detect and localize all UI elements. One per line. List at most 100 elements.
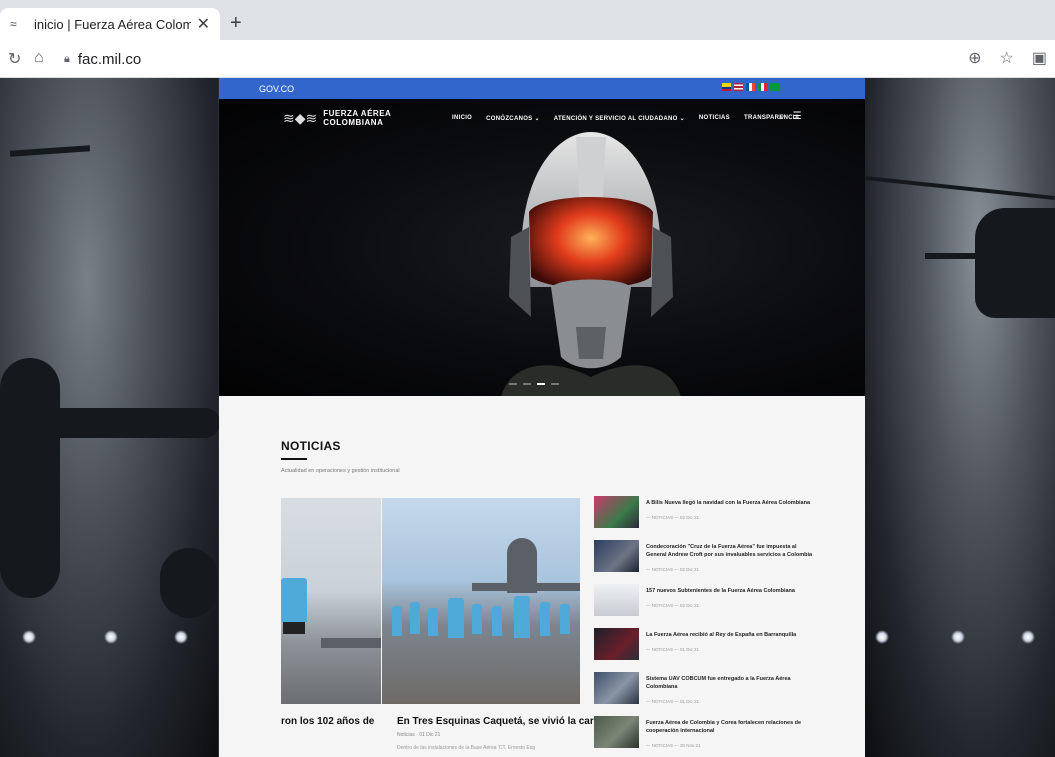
runner-figure bbox=[492, 606, 502, 636]
runner-figure bbox=[472, 604, 482, 634]
news-thumbnail[interactable] bbox=[594, 672, 639, 704]
hero-slider: ≋◆≋ FUERZA AÉREA COLOMBIANA INICIO CONÓZ… bbox=[219, 99, 865, 396]
news-list-item[interactable]: 157 nuevos Subtenientes de la Fuerza Aér… bbox=[594, 584, 824, 628]
zoom-icon[interactable]: ⊕ bbox=[968, 48, 981, 68]
news-subtitle: Actualidad en operaciones y gestión inst… bbox=[281, 468, 400, 474]
nav-conozcanos[interactable]: CONÓZCANOS ⌄ bbox=[486, 115, 540, 122]
news-item-meta: — NOTICIAS — 02 Dic 21 bbox=[646, 603, 700, 608]
runner-shorts bbox=[283, 622, 305, 634]
fac-favicon-icon: ≈ bbox=[10, 17, 17, 31]
pilot-helmet-image bbox=[501, 132, 681, 396]
news-item-title[interactable]: 157 nuevos Subtenientes de la Fuerza Aér… bbox=[646, 587, 816, 595]
flag-italian-icon[interactable] bbox=[758, 83, 767, 91]
slide-2-meta: Noticias · 01 Dic 21 bbox=[397, 732, 441, 738]
news-list-item[interactable]: Condecoración "Cruz de la Fuerza Aérea" … bbox=[594, 540, 824, 584]
nav-atencion[interactable]: ATENCIÓN Y SERVICIO AL CIUDADANO ⌄ bbox=[554, 115, 685, 122]
rotor-blade bbox=[865, 176, 1055, 200]
language-flags bbox=[722, 83, 779, 91]
runner-figure bbox=[392, 606, 402, 636]
news-thumbnail[interactable] bbox=[594, 584, 639, 616]
news-list-item[interactable]: A Bilis Nueva llegó la navidad con la Fu… bbox=[594, 496, 824, 540]
logo-line1: FUERZA AÉREA bbox=[323, 109, 392, 118]
home-icon[interactable]: ⌂ bbox=[34, 49, 44, 67]
hamburger-icon[interactable]: ☰ bbox=[793, 111, 802, 122]
close-tab-icon[interactable]: ✕ bbox=[197, 14, 210, 34]
slider-pagination bbox=[509, 383, 559, 385]
background-right-helicopter-image bbox=[865, 78, 1055, 757]
runner-figure bbox=[410, 602, 420, 634]
logo-line2: COLOMBIANA bbox=[323, 118, 384, 127]
small-plane-silhouette bbox=[9, 145, 91, 157]
flag-colombia-icon[interactable] bbox=[722, 83, 731, 91]
page-viewport: GOV.CO ≋◆≋ FUERZA AÉREA COLOMBIANA INICI… bbox=[0, 78, 1055, 757]
wings-icon: ≋◆≋ bbox=[283, 109, 318, 126]
slider-dot[interactable] bbox=[523, 383, 531, 385]
news-slide-image-1[interactable] bbox=[281, 498, 381, 704]
slide-1-caption[interactable]: ron los 102 años de bbox=[281, 716, 374, 727]
news-divider bbox=[281, 458, 307, 460]
runway-light bbox=[104, 630, 118, 644]
tab-title: inicio | Fuerza Aérea Colombia bbox=[34, 16, 191, 32]
browser-tab[interactable]: ≈ inicio | Fuerza Aérea Colombia ✕ bbox=[0, 8, 220, 40]
search-icon[interactable]: ⌕ bbox=[779, 111, 785, 122]
gov-co-logo[interactable]: GOV.CO bbox=[259, 84, 294, 94]
new-tab-button[interactable]: + bbox=[230, 12, 242, 35]
reload-icon[interactable]: ↻ bbox=[8, 49, 21, 69]
news-thumbnail[interactable] bbox=[594, 540, 639, 572]
fac-logo[interactable]: ≋◆≋ FUERZA AÉREA COLOMBIANA bbox=[283, 109, 391, 127]
helicopter-wing bbox=[925, 253, 985, 259]
runner-figure bbox=[448, 598, 464, 638]
browser-tab-bar: ≈ inicio | Fuerza Aérea Colombia ✕ + bbox=[0, 0, 1055, 40]
website-content: GOV.CO ≋◆≋ FUERZA AÉREA COLOMBIANA INICI… bbox=[219, 78, 865, 757]
news-thumbnail[interactable] bbox=[594, 716, 639, 748]
news-slide-image-2[interactable] bbox=[382, 498, 580, 704]
news-list-item[interactable]: Fuerza Aérea de Colombia y Corea fortale… bbox=[594, 716, 824, 757]
runner-figure bbox=[281, 578, 307, 622]
runway-light bbox=[875, 630, 889, 644]
news-list: A Bilis Nueva llegó la navidad con la Fu… bbox=[594, 496, 824, 757]
nav-noticias[interactable]: NOTICIAS bbox=[699, 115, 730, 122]
star-icon[interactable]: ☆ bbox=[1000, 48, 1014, 68]
url-field[interactable]: 🔒︎ fac.mil.co bbox=[64, 45, 1039, 73]
news-item-title[interactable]: Fuerza Aérea de Colombia y Corea fortale… bbox=[646, 719, 816, 735]
runway-light bbox=[174, 630, 188, 644]
address-bar: ↻ ⌂ 🔒︎ fac.mil.co ⊕ ☆ ▣ bbox=[0, 40, 1055, 78]
news-list-item[interactable]: Sistema UAV COBCUM fue entregado a la Fu… bbox=[594, 672, 824, 716]
slide-2-caption[interactable]: En Tres Esquinas Caquetá, se vivió la ca… bbox=[397, 716, 613, 727]
runway-light bbox=[22, 630, 36, 644]
background-left-jet-image bbox=[0, 78, 220, 757]
runner-figure bbox=[560, 604, 570, 634]
news-item-title[interactable]: Sistema UAV COBCUM fue entregado a la Fu… bbox=[646, 675, 816, 691]
runway-light bbox=[1021, 630, 1035, 644]
news-thumbnail[interactable] bbox=[594, 496, 639, 528]
gov-co-bar: GOV.CO bbox=[219, 78, 865, 99]
news-item-meta: — NOTICIAS — 01 Dic 21 bbox=[646, 647, 700, 652]
news-item-title[interactable]: Condecoración "Cruz de la Fuerza Aérea" … bbox=[646, 543, 816, 559]
slide-2-excerpt: Dentro de las instalaciones de la Base A… bbox=[397, 745, 535, 751]
news-heading: NOTICIAS bbox=[281, 439, 341, 453]
runner-figure bbox=[540, 602, 550, 636]
slider-dot-active[interactable] bbox=[537, 383, 545, 385]
news-item-meta: — NOTICIAS — 01 Dic 21 bbox=[646, 699, 700, 704]
url-text: fac.mil.co bbox=[77, 50, 142, 68]
runway-light bbox=[951, 630, 965, 644]
flag-english-icon[interactable] bbox=[734, 83, 743, 91]
nav-inicio[interactable]: INICIO bbox=[452, 115, 472, 122]
slider-dot[interactable] bbox=[551, 383, 559, 385]
extension-icon[interactable]: ▣ bbox=[1032, 48, 1047, 68]
jet-engine bbox=[160, 548, 218, 618]
news-section: NOTICIAS Actualidad en operaciones y ges… bbox=[219, 396, 865, 757]
jet-body bbox=[0, 358, 60, 598]
flag-portuguese-icon[interactable] bbox=[770, 83, 779, 91]
news-item-title[interactable]: La Fuerza Aérea recibió al Rey de España… bbox=[646, 631, 816, 639]
news-thumbnail[interactable] bbox=[594, 628, 639, 660]
flag-french-icon[interactable] bbox=[746, 83, 755, 91]
news-list-item[interactable]: La Fuerza Aérea recibió al Rey de España… bbox=[594, 628, 824, 672]
slider-dot[interactable] bbox=[509, 383, 517, 385]
parked-planes bbox=[321, 638, 381, 648]
news-item-title[interactable]: A Bilis Nueva llegó la navidad con la Fu… bbox=[646, 499, 816, 507]
lock-icon[interactable]: 🔒︎ bbox=[64, 53, 70, 66]
news-item-meta: — NOTICIAS — 02 Dic 21 bbox=[646, 515, 700, 520]
runner-figure bbox=[514, 596, 530, 638]
runner-figure bbox=[428, 608, 438, 636]
